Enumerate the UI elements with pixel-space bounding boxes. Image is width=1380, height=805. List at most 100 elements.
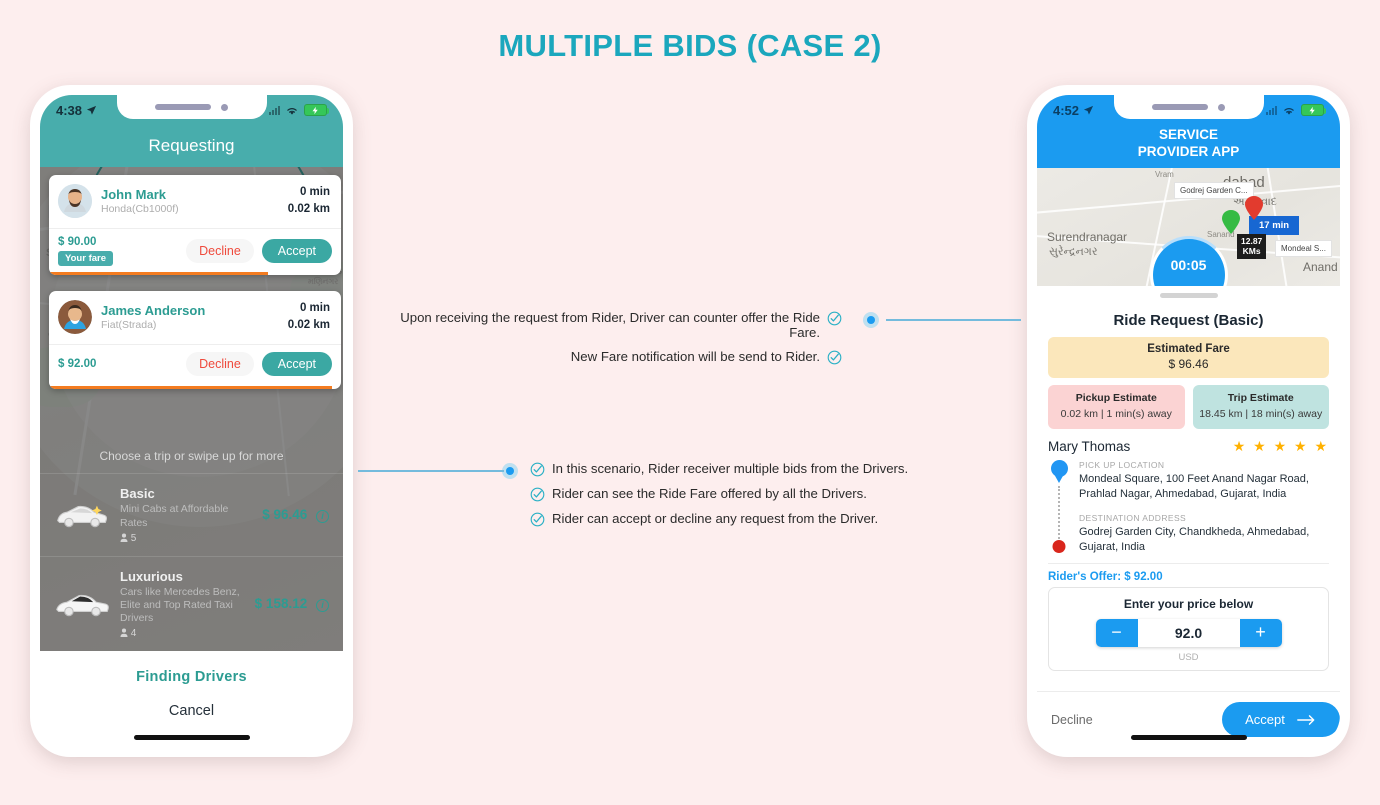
choose-trip-hint: Choose a trip or swipe up for more (40, 441, 343, 475)
seat-count: 5 (130, 532, 137, 544)
ride-option-luxurious[interactable]: Luxurious Cars like Mercedes Benz, Elite… (40, 557, 343, 651)
speaker-grille (1152, 104, 1208, 110)
connector-line-rider (358, 470, 504, 472)
rider-name: Mary Thomas (1048, 439, 1131, 455)
trip-estimate-label: Trip Estimate (1227, 391, 1294, 404)
bid-fare: $ 92.00 (58, 357, 97, 370)
driver-name: James Anderson (101, 303, 206, 319)
map-label-anand: Anand (1303, 259, 1338, 274)
decline-button[interactable]: Decline (186, 238, 254, 263)
ride-option-seats: 5 (120, 533, 252, 544)
ride-option-basic[interactable]: Basic Mini Cabs at Affordable Rates 5 $ … (40, 474, 343, 557)
map-destination-tag: Godrej Garden C... (1174, 181, 1254, 199)
trip-estimate-box: Trip Estimate 18.45 km | 18 min(s) away (1192, 384, 1329, 430)
countdown-value: 00:05 (1170, 256, 1207, 273)
annotation-text: In this scenario, Rider receiver multipl… (552, 461, 909, 476)
rider-app-phone: 4:38 Requesting Choose a trip or swipe u… (30, 85, 353, 757)
decline-button[interactable]: Decline (1051, 713, 1093, 727)
header-line-2: PROVIDER APP (1137, 143, 1240, 159)
estimated-fare-label: Estimated Fare (1147, 342, 1230, 355)
notch (116, 95, 267, 119)
info-icon[interactable]: i (316, 510, 329, 523)
ride-request-panel: Ride Request (Basic) Estimated Fare $ 96… (1037, 298, 1340, 671)
status-bar-right: 4:52 (1037, 95, 1340, 125)
map-distance-value: 12.87 (1241, 235, 1263, 246)
map-marker-pickup-icon (1222, 209, 1240, 234)
decrease-price-button[interactable]: − (1095, 618, 1138, 647)
person-icon (120, 533, 128, 542)
riders-offer: Rider's Offer: $ 92.00 (1048, 562, 1329, 587)
driver-eta: 0 min (299, 186, 330, 198)
ride-request-title: Ride Request (Basic) (1113, 311, 1264, 329)
ride-option-desc: Mini Cabs at Affordable Rates (120, 503, 229, 529)
header-line-1: SERVICE (1158, 127, 1219, 142)
currency-label: USD (1178, 651, 1199, 663)
speaker-grille (155, 104, 211, 110)
info-icon[interactable]: i (316, 598, 329, 612)
driver-app-phone: 4:52 SERVICE PROVIDER APP Vram Surendran… (1027, 85, 1350, 757)
driver-annotation-block: Upon receiving the request from Rider, D… (372, 310, 842, 374)
home-indicator (133, 735, 250, 740)
trip-estimate-value: 18.45 km | 18 min(s) away (1199, 407, 1323, 420)
annotation-text: Rider can see the Ride Fare offered by a… (552, 486, 867, 501)
finding-drivers-title: Finding Drivers (136, 669, 247, 685)
accept-button[interactable]: Accept (1222, 702, 1340, 737)
price-stepper[interactable]: − 92.0 + (1095, 618, 1282, 647)
location-arrow-icon (86, 105, 97, 115)
annotation-line: Rider can see the Ride Fare offered by a… (530, 486, 950, 502)
person-icon (120, 628, 128, 637)
driver-vehicle: Honda(Cb1000f) (101, 203, 179, 216)
bid-fare: $ 90.00 (58, 235, 97, 248)
price-entry-box: Enter your price below − 92.0 + USD (1048, 586, 1329, 671)
driver-distance: 0.02 km (287, 203, 330, 216)
pickup-location-label: PICK UP LOCATION (1079, 460, 1165, 471)
destination-dot-icon (1052, 539, 1066, 553)
increase-price-button[interactable]: + (1239, 618, 1282, 647)
decline-button[interactable]: Decline (186, 351, 254, 376)
status-bar-left: 4:38 (40, 95, 343, 125)
annotation-line: In this scenario, Rider receiver multipl… (530, 461, 950, 477)
cancel-button[interactable]: Cancel (40, 703, 343, 719)
battery-charging-icon (1301, 104, 1326, 116)
ride-option-desc: Cars like Mercedes Benz, Elite and Top R… (120, 585, 240, 624)
rider-app-header: Requesting (40, 125, 343, 167)
driver-eta: 0 min (299, 302, 330, 314)
annotation-line: New Fare notification will be send to Ri… (372, 349, 842, 365)
avatar (58, 184, 92, 219)
check-circle-icon (530, 487, 545, 502)
accept-button-label: Accept (1245, 712, 1285, 727)
header-title: Requesting (148, 136, 235, 155)
annotation-text: Upon receiving the request from Rider, D… (400, 310, 820, 340)
addresses-block: PICK UP LOCATION Mondeal Square, 100 Fee… (1048, 460, 1329, 562)
seat-count: 4 (130, 628, 137, 639)
rating-stars: ★ ★ ★ ★ ★ (1232, 438, 1329, 455)
driver-distance: 0.02 km (287, 319, 330, 332)
price-input[interactable]: 92.0 (1137, 618, 1240, 647)
accept-button[interactable]: Accept (261, 351, 332, 376)
estimated-fare-value: $ 96.46 (1168, 356, 1209, 371)
driver-name: John Mark (101, 187, 167, 203)
home-indicator (1130, 735, 1247, 740)
ride-option-price: $ 158.12 (254, 595, 308, 611)
notch (1113, 95, 1264, 119)
connector-line-driver (886, 319, 1021, 321)
estimated-fare-box: Estimated Fare $ 96.46 (1048, 336, 1329, 378)
pickup-estimate-label: Pickup Estimate (1075, 391, 1157, 404)
ride-option-name: Luxurious (120, 568, 183, 584)
check-circle-icon (827, 311, 842, 326)
route-dotted-line (1058, 486, 1060, 539)
battery-charging-icon (304, 104, 329, 116)
accept-button[interactable]: Accept (261, 238, 332, 263)
pickup-estimate-box: Pickup Estimate 0.02 km | 1 min(s) away (1048, 384, 1185, 430)
ride-option-name: Basic (120, 486, 155, 502)
trip-options-panel: Choose a trip or swipe up for more Basic… (40, 441, 343, 651)
destination-address-value: Godrej Garden City, Chandkheda, Ahmedaba… (1079, 526, 1310, 553)
driver-map[interactable]: Vram dabad અમદાવાદ Surendranagar સુરેન્દ… (1037, 167, 1340, 286)
driver-vehicle: Fiat(Strada) (101, 319, 157, 332)
bid-card: James Anderson Fiat(Strada) 0 min 0.02 k… (49, 291, 341, 389)
car-icon-basic (54, 500, 110, 530)
check-circle-icon (827, 350, 842, 365)
destination-address-label: DESTINATION ADDRESS (1079, 513, 1187, 524)
car-icon-luxurious (54, 589, 110, 619)
location-arrow-icon (1083, 105, 1094, 115)
